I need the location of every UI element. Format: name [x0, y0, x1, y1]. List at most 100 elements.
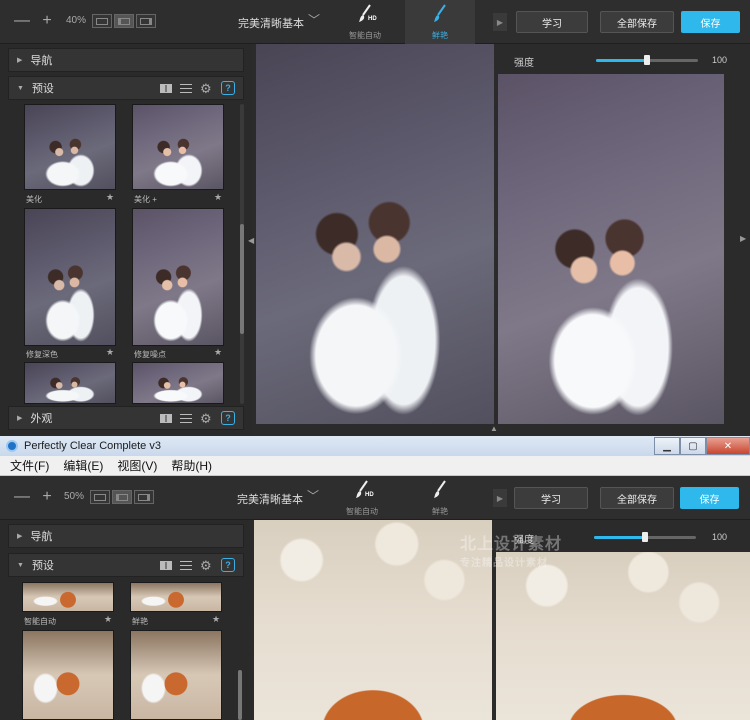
- grid-view-icon[interactable]: [160, 560, 172, 570]
- side-by-side-icon: [138, 493, 150, 501]
- app-icon: [6, 440, 18, 452]
- before-image[interactable]: [254, 520, 492, 720]
- save-all-button[interactable]: 全部保存: [600, 487, 674, 509]
- preset-thumbnail[interactable]: [24, 362, 116, 404]
- list-view-icon[interactable]: [180, 560, 192, 570]
- presets-section[interactable]: ▼ 预设 ⚙ ?: [8, 76, 244, 100]
- menu-edit[interactable]: 编辑(E): [63, 457, 103, 474]
- top-app-window: — + 40% 完美清晰基本 ﹀ HD 智能自动 鲜艳 ▶ 学习 全部保存 保存…: [0, 0, 750, 436]
- zoom-out-button[interactable]: —: [14, 488, 30, 506]
- preset-thumbnail[interactable]: [130, 630, 222, 720]
- right-arrow-icon[interactable]: ▶: [740, 234, 746, 243]
- preset-thumbnail[interactable]: [132, 362, 224, 404]
- learn-button[interactable]: 学习: [514, 487, 588, 509]
- tab-vivid[interactable]: 鲜艳: [405, 0, 475, 44]
- preset-label: 修复深色: [26, 350, 58, 359]
- hd-badge: HD: [368, 16, 377, 22]
- zoom-out-button[interactable]: —: [14, 12, 30, 30]
- split-view-button[interactable]: [114, 14, 134, 28]
- collapse-arrow-icon: ▼: [17, 84, 24, 92]
- favorite-star-icon[interactable]: ★: [106, 192, 114, 203]
- navigation-section[interactable]: ▶ 导航: [8, 524, 244, 548]
- after-image[interactable]: [498, 74, 724, 424]
- expand-arrow-icon: ▶: [17, 415, 23, 422]
- collapse-arrow-icon: ▼: [17, 561, 24, 569]
- learn-button[interactable]: 学习: [516, 11, 588, 33]
- up-arrow-icon[interactable]: ▲: [490, 424, 498, 433]
- gear-icon[interactable]: ⚙: [200, 412, 213, 425]
- strength-slider-fill: [596, 59, 647, 62]
- side-by-side-view-button[interactable]: [134, 490, 154, 504]
- tab-label: 鲜艳: [432, 31, 448, 40]
- favorite-star-icon[interactable]: ★: [104, 614, 112, 625]
- gear-icon[interactable]: ⚙: [200, 559, 213, 572]
- preset-selector[interactable]: 完美清晰基本: [237, 491, 303, 507]
- preset-thumbnail[interactable]: [24, 208, 116, 346]
- maximize-button[interactable]: ▢: [680, 437, 706, 455]
- close-button[interactable]: ✕: [706, 437, 750, 455]
- menu-view[interactable]: 视图(V): [117, 457, 157, 474]
- section-title: 导航: [30, 55, 53, 67]
- menu-file[interactable]: 文件(F): [10, 457, 49, 474]
- gear-icon[interactable]: ⚙: [200, 82, 213, 95]
- help-icon[interactable]: ?: [221, 558, 235, 572]
- preset-label: 美化 +: [134, 195, 157, 204]
- chevron-down-icon[interactable]: ﹀: [307, 487, 319, 504]
- save-all-button[interactable]: 全部保存: [600, 11, 674, 33]
- preset-selector[interactable]: 完美清晰基本: [238, 15, 304, 31]
- preset-thumbnail[interactable]: [132, 208, 224, 346]
- left-arrow-icon[interactable]: ◀: [248, 236, 254, 245]
- window-title: Perfectly Clear Complete v3: [24, 440, 161, 452]
- preset-thumbnail[interactable]: [132, 104, 224, 190]
- single-view-button[interactable]: [92, 14, 112, 28]
- presets-section[interactable]: ▼ 预设 ⚙ ?: [8, 553, 244, 577]
- help-icon[interactable]: ?: [221, 411, 235, 425]
- preset-thumbnail[interactable]: [22, 630, 114, 720]
- help-icon[interactable]: ?: [221, 81, 235, 95]
- list-view-icon[interactable]: [180, 83, 192, 93]
- preset-thumbnail[interactable]: [130, 582, 222, 612]
- brush-icon: [434, 480, 446, 498]
- favorite-star-icon[interactable]: ★: [214, 347, 222, 358]
- strength-label: 强度: [514, 58, 534, 69]
- navigation-section[interactable]: ▶ 导航: [8, 48, 244, 72]
- menu-help[interactable]: 帮助(H): [171, 457, 212, 474]
- collapse-panel-button[interactable]: ▶: [493, 489, 507, 507]
- zoom-in-button[interactable]: +: [40, 488, 54, 506]
- zoom-in-button[interactable]: +: [40, 12, 54, 30]
- before-image[interactable]: [256, 44, 494, 424]
- split-view-icon: [118, 17, 130, 25]
- list-view-icon[interactable]: [180, 413, 192, 423]
- favorite-star-icon[interactable]: ★: [106, 347, 114, 358]
- scrollbar-thumb[interactable]: [238, 670, 242, 720]
- preset-thumbnail[interactable]: [24, 104, 116, 190]
- tab-label: 鲜艳: [432, 507, 448, 516]
- grid-view-icon[interactable]: [160, 413, 172, 423]
- strength-slider-knob[interactable]: [642, 532, 648, 542]
- favorite-star-icon[interactable]: ★: [214, 192, 222, 203]
- top-toolbar: — + 40% 完美清晰基本 ﹀ HD 智能自动 鲜艳 ▶ 学习 全部保存 保存: [0, 0, 750, 44]
- tab-smart-auto[interactable]: HD 智能自动: [327, 476, 397, 520]
- scrollbar-thumb[interactable]: [240, 224, 244, 334]
- preset-label: 智能自动: [24, 617, 56, 626]
- after-image[interactable]: [496, 552, 750, 720]
- split-view-button[interactable]: [112, 490, 132, 504]
- expand-arrow-icon: ▶: [17, 57, 23, 64]
- appearance-section[interactable]: ▶ 外观 ⚙ ?: [8, 406, 244, 430]
- save-button[interactable]: 保存: [681, 11, 740, 33]
- menu-bar: 文件(F) 编辑(E) 视图(V) 帮助(H): [0, 456, 750, 476]
- strength-slider-knob[interactable]: [644, 55, 650, 65]
- single-view-button[interactable]: [90, 490, 110, 504]
- tab-label: 智能自动: [346, 507, 378, 516]
- side-by-side-view-button[interactable]: [136, 14, 156, 28]
- save-button[interactable]: 保存: [680, 487, 739, 509]
- collapse-panel-button[interactable]: ▶: [493, 13, 507, 31]
- preset-thumbnail[interactable]: [22, 582, 114, 612]
- tab-smart-auto[interactable]: HD 智能自动: [330, 0, 400, 44]
- grid-view-icon[interactable]: [160, 83, 172, 93]
- tab-vivid[interactable]: 鲜艳: [405, 476, 475, 520]
- chevron-down-icon[interactable]: ﹀: [308, 11, 320, 28]
- minimize-button[interactable]: ▁: [654, 437, 680, 455]
- expand-arrow-icon: ▶: [17, 533, 23, 540]
- favorite-star-icon[interactable]: ★: [212, 614, 220, 625]
